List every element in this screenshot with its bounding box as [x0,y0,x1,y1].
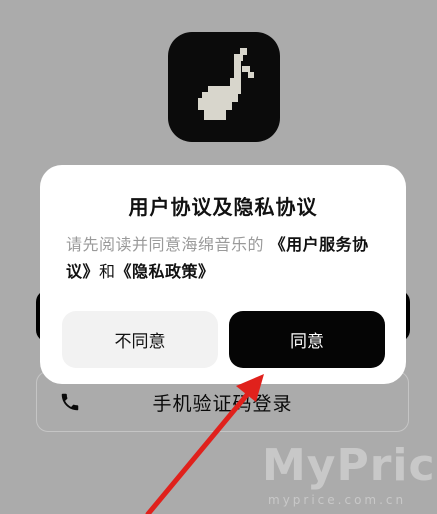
watermark-text: MyPrice [262,440,437,491]
dialog-body: 请先阅读并同意海绵音乐的 《用户服务协议》和《隐私政策》 [66,231,388,285]
privacy-policy-link[interactable]: 《隐私政策》 [116,262,215,281]
disagree-button[interactable]: 不同意 [62,311,218,368]
dialog-body-prefix: 请先阅读并同意海绵音乐的 [66,235,270,254]
dialog-body-connector: 和 [99,262,116,281]
watermark-subtext: myprice.com.cn [268,493,407,507]
agreement-dialog: 用户协议及隐私协议 请先阅读并同意海绵音乐的 《用户服务协议》和《隐私政策》 不… [40,165,406,384]
dialog-title: 用户协议及隐私协议 [128,195,318,219]
agree-button[interactable]: 同意 [229,311,385,368]
